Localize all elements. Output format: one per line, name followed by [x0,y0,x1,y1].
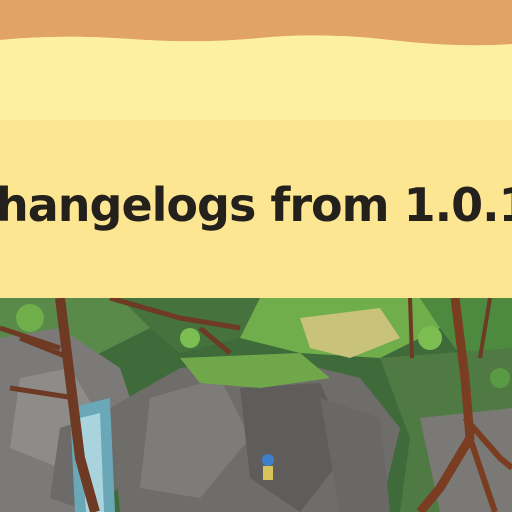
changelog-page: hangelogs from 1.0.1 [0,0,512,512]
game-artwork-image [0,298,512,512]
page-title: hangelogs from 1.0.1 [0,178,512,232]
wavy-divider [0,30,512,50]
